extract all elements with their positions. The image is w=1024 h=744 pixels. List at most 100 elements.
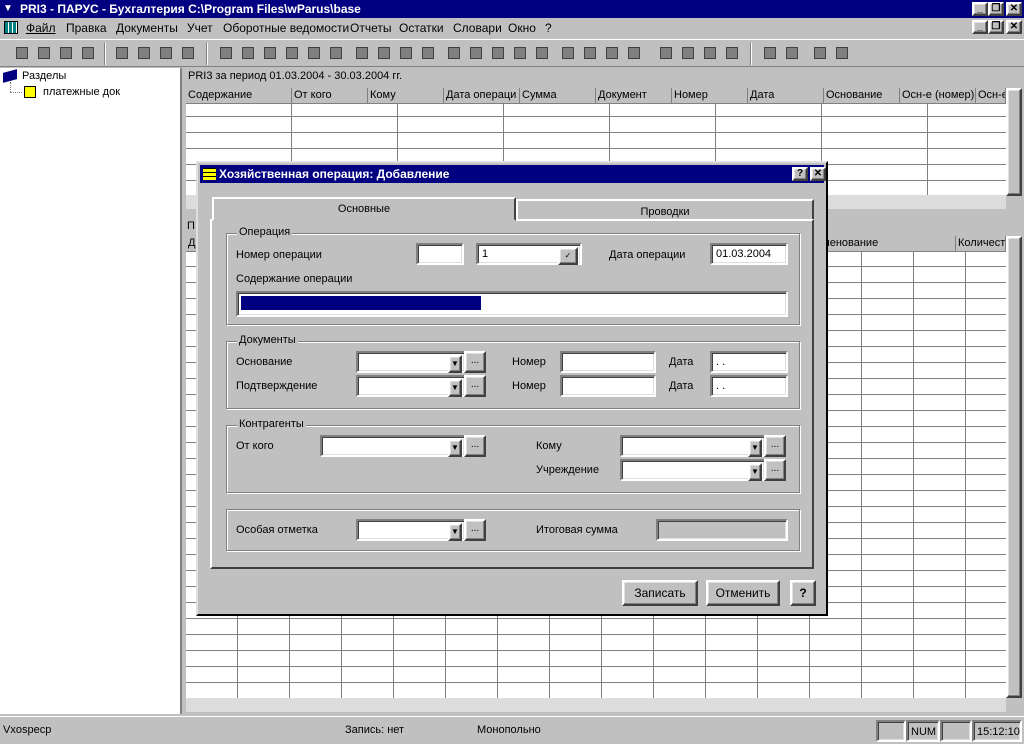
menu-documents[interactable]: Документы xyxy=(116,21,178,35)
toolbar-folder-icon[interactable] xyxy=(810,43,831,64)
bottom-hscrollbar[interactable] xyxy=(186,698,1006,712)
top-vscrollbar[interactable] xyxy=(1006,88,1022,196)
operation-content-input[interactable] xyxy=(236,291,788,317)
col-header[interactable]: Номер xyxy=(672,88,748,104)
col-header[interactable]: Кому xyxy=(368,88,444,104)
basis-date-input[interactable]: . . xyxy=(710,351,788,373)
chevron-down-icon[interactable]: ▼ xyxy=(448,379,462,397)
col-header[interactable]: Основание xyxy=(824,88,900,104)
chevron-down-icon[interactable]: ▼ xyxy=(748,439,762,457)
minimize-button[interactable]: _ xyxy=(972,2,988,16)
toolbar-icon-k[interactable] xyxy=(444,43,465,64)
org-select[interactable]: ▼ xyxy=(620,459,766,481)
toolbar-icon-j[interactable] xyxy=(418,43,439,64)
menu-dictionaries[interactable]: Словари xyxy=(453,21,502,35)
toolbar-filter-icon[interactable] xyxy=(112,43,133,64)
toolbar-calculator-icon[interactable] xyxy=(760,43,781,64)
menu-file[interactable]: Файл xyxy=(26,21,56,35)
col-header[interactable]: Документ xyxy=(596,88,672,104)
special-mark-select[interactable]: ▼ xyxy=(356,519,466,541)
col-header[interactable]: Содержание xyxy=(186,88,292,104)
toolbar-icon-b[interactable] xyxy=(238,43,259,64)
mdi-child-icon[interactable] xyxy=(4,21,18,34)
save-button[interactable]: Записать xyxy=(622,580,698,606)
checkmark-icon[interactable]: ✓ xyxy=(558,247,578,265)
menu-turnover[interactable]: Оборотные ведомости xyxy=(223,21,349,35)
menu-edit[interactable]: Правка xyxy=(66,21,107,35)
cancel-button[interactable]: Отменить xyxy=(706,580,780,606)
menu-accounting[interactable]: Учет xyxy=(187,21,213,35)
basis-number-input[interactable] xyxy=(560,351,656,373)
confirmation-number-input[interactable] xyxy=(560,375,656,397)
col-header[interactable]: Дата операци xyxy=(444,88,520,104)
toolbar-icon-r[interactable] xyxy=(602,43,623,64)
toolbar-icon-e[interactable] xyxy=(304,43,325,64)
toolbar-folder2-icon[interactable] xyxy=(832,43,853,64)
org-ellipsis-button[interactable]: ... xyxy=(764,459,786,481)
child-close-button[interactable]: ✕ xyxy=(1006,20,1022,34)
special-mark-ellipsis-button[interactable]: ... xyxy=(464,519,486,541)
col-header[interactable]: Осн-е (номер) xyxy=(900,88,976,104)
menu-balances[interactable]: Остатки xyxy=(399,21,444,35)
tab-main[interactable]: Основные xyxy=(212,197,516,221)
toolbar-icon-t[interactable] xyxy=(656,43,677,64)
toolbar-icon-h[interactable] xyxy=(374,43,395,64)
toolbar-icon-v[interactable] xyxy=(700,43,721,64)
toolbar-print-icon[interactable] xyxy=(156,43,177,64)
toolbar-icon-s[interactable] xyxy=(624,43,645,64)
toolbar-icon-l[interactable] xyxy=(466,43,487,64)
toolbar-icon-u[interactable] xyxy=(678,43,699,64)
chevron-down-icon[interactable]: ▼ xyxy=(748,463,762,481)
chevron-down-icon[interactable]: ▼ xyxy=(448,523,462,541)
col-header[interactable]: От кого xyxy=(292,88,368,104)
to-select[interactable]: ▼ xyxy=(620,435,766,457)
toolbar-icon-a[interactable] xyxy=(216,43,237,64)
toolbar-print2-icon[interactable] xyxy=(178,43,199,64)
col-header[interactable]: Дата xyxy=(748,88,824,104)
from-select[interactable]: ▼ xyxy=(320,435,466,457)
toolbar-icon-f[interactable] xyxy=(326,43,347,64)
dialog-close-button[interactable]: ✕ xyxy=(810,167,826,181)
toolbar-icon-d[interactable] xyxy=(282,43,303,64)
toolbar-add-icon[interactable] xyxy=(12,43,33,64)
confirmation-date-input[interactable]: . . xyxy=(710,375,788,397)
toolbar-icon-o[interactable] xyxy=(532,43,553,64)
to-ellipsis-button[interactable]: ... xyxy=(764,435,786,457)
bottom-vscrollbar[interactable] xyxy=(1006,236,1022,698)
operation-date-input[interactable]: 01.03.2004 xyxy=(710,243,788,265)
child-restore-button[interactable]: ❐ xyxy=(988,20,1004,34)
tab-entries[interactable]: Проводки xyxy=(516,199,814,221)
operation-number-input[interactable] xyxy=(416,243,464,265)
col-header[interactable]: Количест xyxy=(956,236,1006,252)
toolbar-delete-icon[interactable] xyxy=(78,43,99,64)
col-header[interactable]: Сумма xyxy=(520,88,596,104)
chevron-down-icon[interactable]: ▼ xyxy=(448,439,462,457)
from-ellipsis-button[interactable]: ... xyxy=(464,435,486,457)
basis-ellipsis-button[interactable]: ... xyxy=(464,351,486,373)
chevron-down-icon[interactable]: ▼ xyxy=(448,355,462,373)
menu-reports[interactable]: Отчеты xyxy=(350,21,391,35)
menu-help[interactable]: ? xyxy=(545,21,552,35)
toolbar-icon-m[interactable] xyxy=(488,43,509,64)
col-header[interactable]: Осн-е xyxy=(976,88,1006,104)
toolbar-copy-icon[interactable] xyxy=(34,43,55,64)
toolbar-icon-q[interactable] xyxy=(580,43,601,64)
menu-window[interactable]: Окно xyxy=(508,21,536,35)
col-header[interactable]: именование xyxy=(814,236,956,252)
dialog-help-button[interactable]: ? xyxy=(792,167,808,181)
toolbar-icon-i[interactable] xyxy=(396,43,417,64)
confirmation-select[interactable]: ▼ xyxy=(356,375,466,397)
toolbar-icon-g[interactable] xyxy=(352,43,373,64)
restore-button[interactable]: ❐ xyxy=(988,2,1004,16)
toolbar-icon-w[interactable] xyxy=(722,43,743,64)
basis-select[interactable]: ▼ xyxy=(356,351,466,373)
toolbar-icon-c[interactable] xyxy=(260,43,281,64)
tree-root-label[interactable]: Разделы xyxy=(22,70,66,82)
child-minimize-button[interactable]: _ xyxy=(972,20,988,34)
toolbar-find-icon[interactable] xyxy=(134,43,155,64)
help-button[interactable]: ? xyxy=(790,580,816,606)
operation-number-suffix-select[interactable]: 1 ✓ xyxy=(476,243,582,265)
confirmation-ellipsis-button[interactable]: ... xyxy=(464,375,486,397)
close-button[interactable]: ✕ xyxy=(1006,2,1022,16)
toolbar-calc2-icon[interactable] xyxy=(782,43,803,64)
